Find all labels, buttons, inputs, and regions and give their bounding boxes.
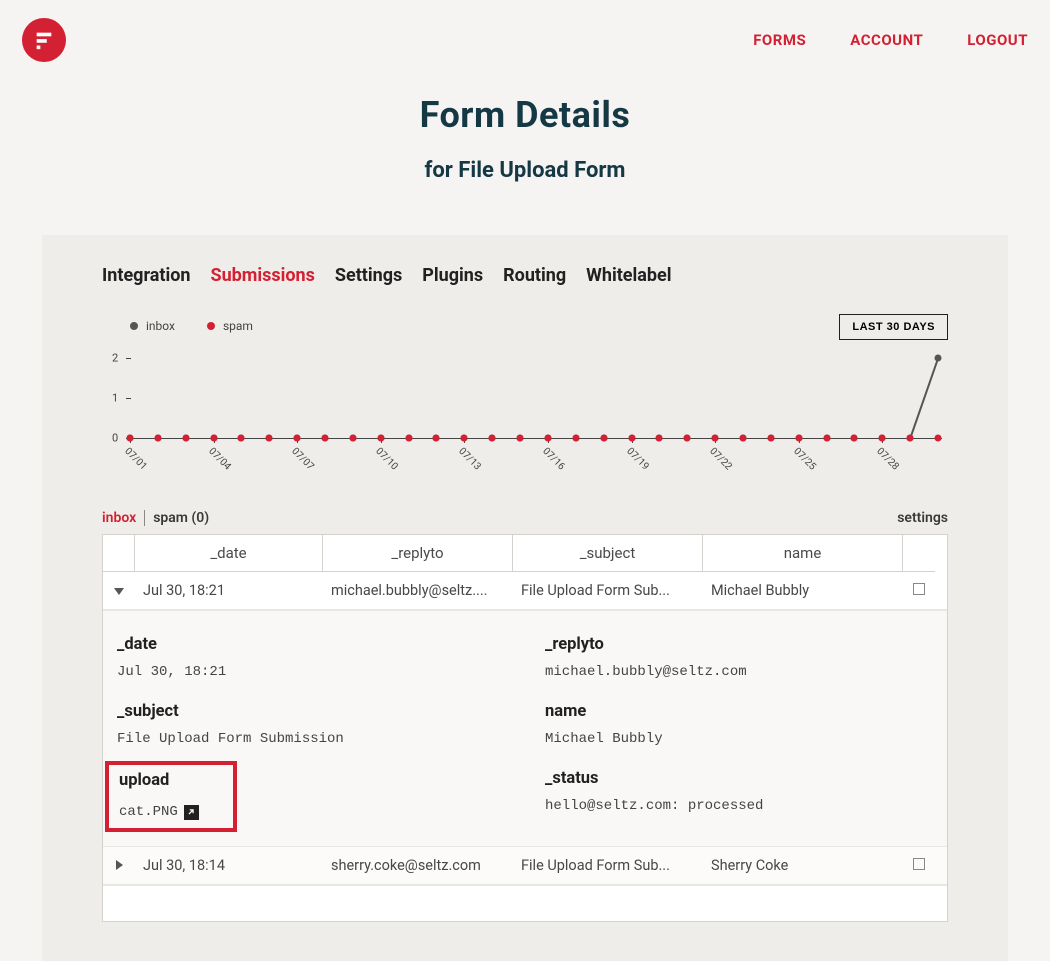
subtab-spam[interactable]: spam (0)	[153, 510, 209, 526]
data-point	[433, 435, 440, 442]
upload-file-link[interactable]: cat.PNG	[119, 804, 199, 820]
col-subject[interactable]: _subject	[513, 535, 703, 572]
data-point	[489, 435, 496, 442]
tab-integration[interactable]: Integration	[102, 265, 191, 286]
data-point	[349, 435, 356, 442]
submissions-chart: inbox spam LAST 30 DAYS 0 1 2 07/01 07/04 07/…	[102, 314, 948, 484]
cell-name: Michael Bubbly	[703, 572, 903, 609]
x-tick-label: 07/22	[707, 446, 734, 473]
detail-subject-label: _subject	[117, 702, 505, 721]
x-tick-label: 07/25	[791, 446, 818, 473]
data-point	[322, 435, 329, 442]
detail-upload-label: upload	[119, 771, 223, 790]
data-point	[154, 435, 161, 442]
data-point	[572, 435, 579, 442]
y-tick-label: 0	[112, 432, 118, 445]
detail-name-label: name	[545, 702, 933, 721]
data-point	[767, 435, 774, 442]
page-subtitle: for File Upload Form	[0, 158, 1050, 183]
nav-account[interactable]: ACCOUNT	[850, 31, 923, 49]
data-point	[210, 435, 217, 442]
x-tick-label: 07/19	[624, 446, 651, 473]
nav-forms[interactable]: FORMS	[753, 31, 806, 49]
data-point	[544, 435, 551, 442]
legend-inbox: inbox	[130, 319, 175, 333]
tab-plugins[interactable]: Plugins	[422, 265, 483, 286]
logo[interactable]	[22, 18, 66, 62]
cell-subject: File Upload Form Sub...	[513, 572, 703, 609]
x-tick-label: 07/13	[457, 446, 484, 473]
x-tick-label: 07/28	[874, 446, 901, 473]
cell-replyto: sherry.coke@seltz.com	[323, 847, 513, 884]
cell-date: Jul 30, 18:14	[135, 847, 323, 884]
data-point	[712, 435, 719, 442]
tab-whitelabel[interactable]: Whitelabel	[586, 265, 671, 286]
col-date[interactable]: _date	[135, 535, 323, 572]
data-point	[851, 435, 858, 442]
x-tick-label: 07/01	[122, 446, 149, 473]
detail-replyto-value: michael.bubbly@seltz.com	[545, 664, 933, 680]
row-checkbox[interactable]	[913, 858, 925, 870]
cell-date: Jul 30, 18:21	[135, 572, 323, 609]
row-detail: _date Jul 30, 18:21 _replyto michael.bub…	[103, 610, 947, 847]
detail-date-label: _date	[117, 635, 505, 654]
x-tick-label: 07/10	[373, 446, 400, 473]
tab-settings[interactable]: Settings	[335, 265, 402, 286]
data-point	[517, 435, 524, 442]
nav-logout[interactable]: LOGOUT	[967, 31, 1028, 49]
cell-name: Sherry Coke	[703, 847, 903, 884]
tab-submissions[interactable]: Submissions	[211, 265, 315, 286]
cell-subject: File Upload Form Sub...	[513, 847, 703, 884]
detail-replyto-label: _replyto	[545, 635, 933, 654]
data-point	[182, 435, 189, 442]
data-point	[795, 435, 802, 442]
detail-status-label: _status	[545, 769, 933, 788]
data-point	[377, 435, 384, 442]
data-point	[127, 435, 134, 442]
x-tick-label: 07/04	[206, 446, 233, 473]
data-point	[879, 435, 886, 442]
tab-routing[interactable]: Routing	[503, 265, 566, 286]
chevron-down-icon[interactable]	[114, 588, 124, 595]
detail-status-value: hello@seltz.com: processed	[545, 798, 933, 814]
data-point	[294, 435, 301, 442]
col-name[interactable]: name	[703, 535, 903, 572]
detail-subject-value: File Upload Form Submission	[117, 731, 505, 747]
cell-replyto: michael.bubbly@seltz....	[323, 572, 513, 609]
data-point	[461, 435, 468, 442]
data-point	[238, 435, 245, 442]
y-tick-label: 2	[112, 352, 118, 365]
submissions-table: _date _replyto _subject name Jul 30, 18:…	[102, 534, 948, 922]
table-row[interactable]: Jul 30, 18:21 michael.bubbly@seltz.... F…	[103, 572, 947, 610]
row-checkbox[interactable]	[913, 583, 925, 595]
data-point	[739, 435, 746, 442]
chevron-right-icon[interactable]	[116, 860, 123, 870]
data-point	[907, 435, 914, 442]
detail-name-value: Michael Bubbly	[545, 731, 933, 747]
data-point	[684, 435, 691, 442]
subtab-inbox[interactable]: inbox	[102, 510, 136, 526]
col-select	[903, 535, 935, 572]
data-point	[823, 435, 830, 442]
detail-date-value: Jul 30, 18:21	[117, 664, 505, 680]
data-point	[266, 435, 273, 442]
data-point	[600, 435, 607, 442]
x-tick-label: 07/16	[540, 446, 567, 473]
data-point	[405, 435, 412, 442]
y-tick-label: 1	[112, 392, 118, 405]
external-link-icon	[184, 805, 199, 820]
submissions-settings-link[interactable]: settings	[897, 510, 948, 526]
upload-highlight: upload cat.PNG	[105, 761, 237, 832]
data-point	[656, 435, 663, 442]
data-point	[935, 435, 942, 442]
legend-spam: spam	[207, 319, 253, 333]
col-replyto[interactable]: _replyto	[323, 535, 513, 572]
table-row[interactable]: Jul 30, 18:14 sherry.coke@seltz.com File…	[103, 847, 947, 885]
x-tick-label: 07/07	[289, 446, 316, 473]
divider	[144, 510, 145, 526]
col-expand	[103, 535, 135, 572]
page-title: Form Details	[0, 94, 1050, 136]
date-range-button[interactable]: LAST 30 DAYS	[839, 314, 948, 340]
data-point	[628, 435, 635, 442]
